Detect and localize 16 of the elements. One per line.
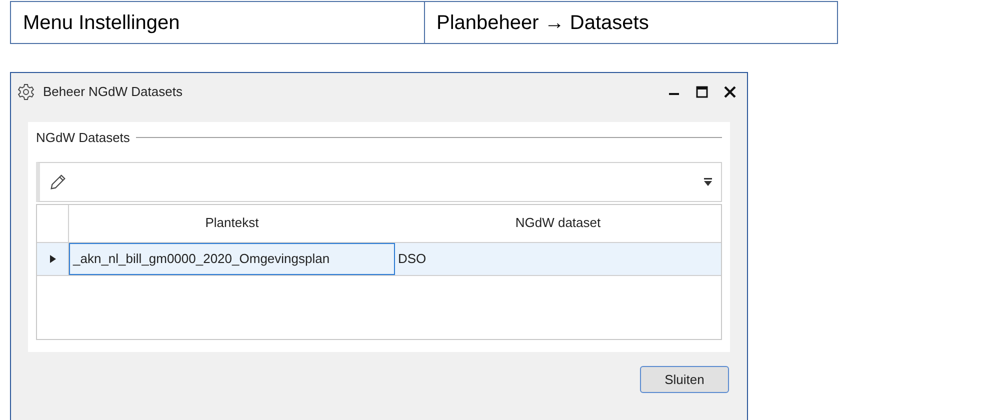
grid-row[interactable]: _akn_nl_bill_gm0000_2020_Omgevingsplan DSO: [37, 242, 721, 276]
pencil-icon[interactable]: [48, 172, 68, 192]
group-title: NGdW Datasets: [36, 129, 130, 147]
maximize-icon[interactable]: [695, 84, 709, 98]
close-icon[interactable]: [723, 84, 737, 98]
close-button[interactable]: Sluiten: [640, 366, 729, 393]
grid-cell: _akn_nl_bill_gm0000_2020_Omgevingsplan: [69, 242, 395, 274]
column-header[interactable]: Plantekst: [69, 204, 395, 242]
row-indicator-icon: [48, 254, 56, 264]
dropdown-icon[interactable]: [703, 176, 713, 186]
table-cell: Planbeheer → Datasets: [424, 2, 837, 43]
settings-icon: [17, 82, 35, 100]
window-title: Beheer NGdW Datasets: [43, 82, 182, 101]
table-cell-text: Menu Instellingen: [22, 10, 181, 36]
grid-cell-text: DSO: [397, 250, 428, 268]
column-header[interactable]: NGdW dataset: [395, 204, 721, 242]
